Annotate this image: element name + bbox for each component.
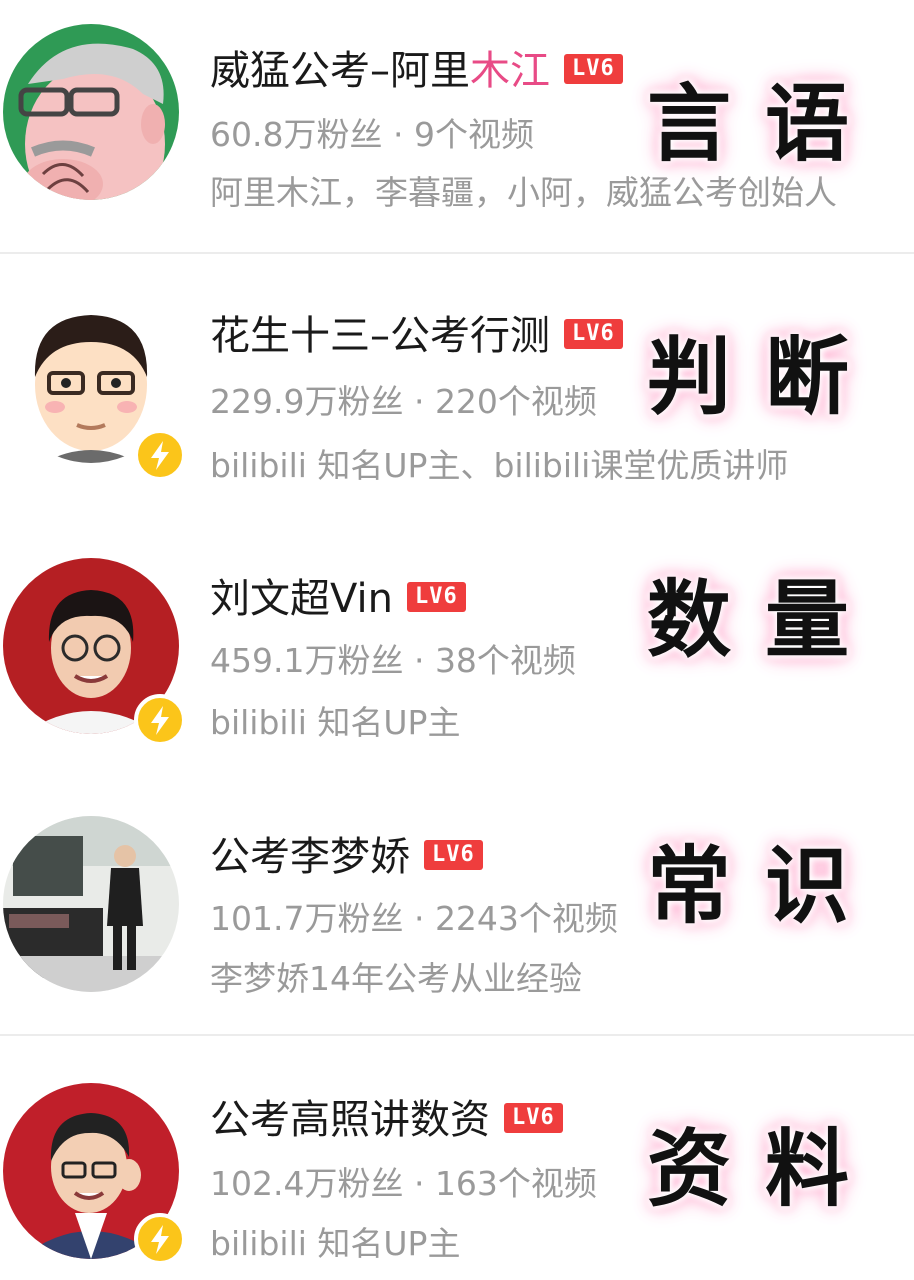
lightning-bolt-icon: [151, 1225, 169, 1254]
level-badge: LV6: [504, 1103, 563, 1133]
lightning-bolt-icon: [151, 441, 169, 470]
verified-badge: [134, 429, 186, 481]
channel-stats: 229.9万粉丝 · 220个视频: [210, 382, 597, 421]
channel-name[interactable]: 公考高照讲数资 LV6: [210, 1087, 563, 1145]
channel-description: bilibili 知名UP主: [210, 703, 461, 742]
channel-stats: 459.1万粉丝 · 38个视频: [210, 641, 576, 680]
channel-list: 威猛公考–阿里木江 LV6 60.8万粉丝 · 9个视频 阿里木江，李暮疆，小阿，…: [0, 0, 914, 1280]
lightning-bolt-icon: [151, 706, 169, 735]
subject-sticker: 言语: [646, 75, 883, 173]
channel-description: 李梦娇14年公考从业经验: [210, 959, 582, 998]
level-badge: LV6: [424, 840, 483, 870]
channel-stats: 101.7万粉丝 · 2243个视频: [210, 899, 618, 938]
level-badge: LV6: [406, 582, 466, 612]
channel-stats: 102.4万粉丝 · 163个视频: [210, 1164, 597, 1203]
channel-row[interactable]: 公考李梦娇 LV6 101.7万粉丝 · 2243个视频 李梦娇14年公考从业经验…: [0, 780, 914, 1030]
avatar[interactable]: [3, 24, 179, 200]
subject-sticker: 数量: [646, 571, 883, 669]
verified-badge: [134, 694, 186, 746]
channel-row[interactable]: 公考高照讲数资 LV6 102.4万粉丝 · 163个视频 bilibili 知名…: [0, 1037, 914, 1280]
channel-description: bilibili 知名UP主、bilibili课堂优质讲师: [210, 446, 789, 485]
channel-name[interactable]: 威猛公考–阿里木江 LV6: [210, 38, 623, 96]
channel-row[interactable]: 花生十三–公考行测 LV6 229.9万粉丝 · 220个视频 bilibili …: [0, 255, 914, 515]
level-badge: LV6: [564, 319, 623, 349]
subject-sticker: 资料: [646, 1120, 883, 1218]
channel-row[interactable]: 威猛公考–阿里木江 LV6 60.8万粉丝 · 9个视频 阿里木江，李暮疆，小阿，…: [0, 0, 914, 250]
verified-badge: [134, 1213, 186, 1265]
divider: [0, 1034, 914, 1036]
avatar[interactable]: [3, 816, 179, 992]
channel-row[interactable]: 刘文超Vin LV6 459.1万粉丝 · 38个视频 bilibili 知名UP…: [0, 520, 914, 780]
level-badge: LV6: [564, 54, 623, 84]
channel-name[interactable]: 刘文超Vin LV6: [210, 566, 466, 624]
channel-name[interactable]: 公考李梦娇 LV6: [210, 824, 483, 882]
subject-sticker: 常识: [646, 837, 883, 935]
divider: [0, 252, 914, 254]
channel-stats: 60.8万粉丝 · 9个视频: [210, 115, 534, 154]
channel-name[interactable]: 花生十三–公考行测 LV6: [210, 303, 623, 361]
subject-sticker: 判断: [646, 328, 883, 426]
